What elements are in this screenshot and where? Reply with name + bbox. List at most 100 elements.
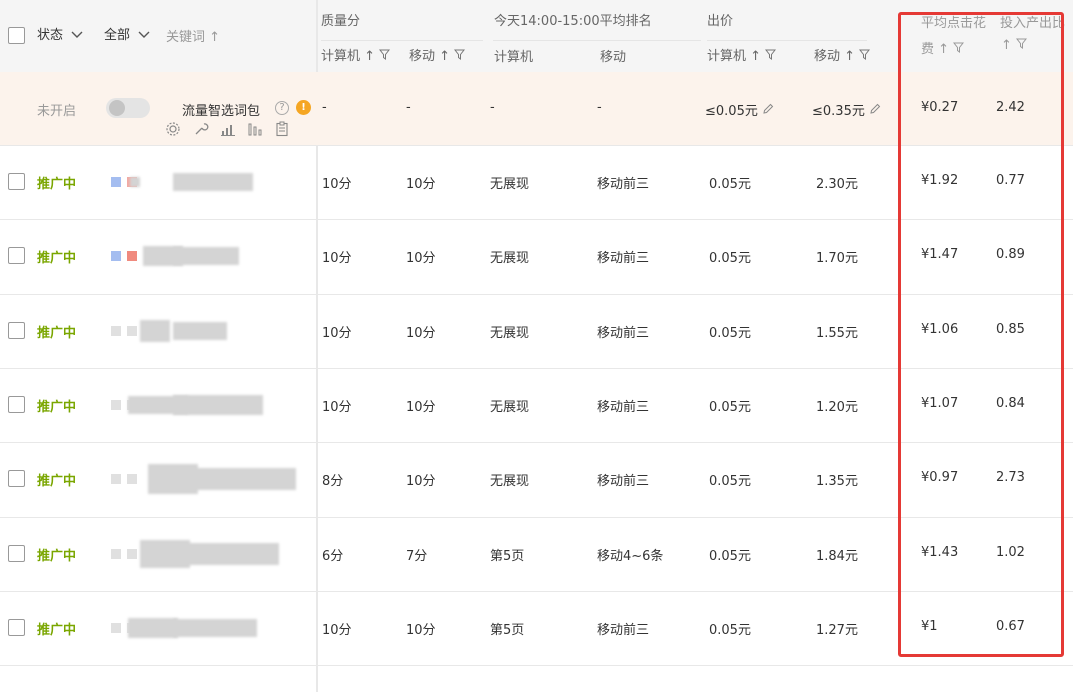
quality-mobile-cell: 10分 [406, 622, 436, 638]
quality-mobile-cell: 10分 [406, 474, 436, 490]
quality-pc-cell: 10分 [322, 622, 352, 638]
wrench-icon[interactable] [193, 121, 209, 141]
package-name: 流量智选词包 [182, 104, 261, 119]
rank-pc-cell: 第5页 [490, 548, 525, 564]
keyword-tag-icon [111, 400, 121, 411]
bid-pc-cell[interactable]: 0.05元 [709, 545, 751, 564]
bid-mobile-cell[interactable]: 2.30元 [816, 173, 858, 192]
row-checkbox[interactable] [8, 470, 25, 488]
rank-pc-cell: - [490, 100, 495, 115]
status-filter-dropdown[interactable]: 状态 [37, 24, 83, 43]
keyword-tag-icon [111, 474, 121, 485]
redacted-keyword[interactable] [140, 319, 170, 342]
all-filter-dropdown[interactable]: 全部 [104, 24, 150, 43]
redacted-keyword[interactable] [143, 246, 183, 267]
row-checkbox[interactable] [8, 321, 25, 339]
filter-icon[interactable] [765, 49, 777, 64]
select-all-checkbox[interactable] [8, 27, 25, 44]
rank-mobile-cell: 移动前三 [597, 251, 650, 267]
quality-score-group-header: 质量分 [321, 14, 361, 29]
bid-mobile-cell[interactable]: 1.20元 [816, 396, 858, 415]
edit-pencil-icon[interactable] [762, 103, 774, 119]
bid-pc-cell[interactable]: ≤0.05元 [705, 100, 774, 119]
rank-mobile-cell: 移动前三 [597, 400, 650, 416]
redacted-keyword[interactable] [190, 468, 296, 491]
bid-mobile-cell[interactable]: ≤0.35元 [812, 100, 881, 119]
bid-pc-cell[interactable]: 0.05元 [709, 470, 751, 489]
chevron-down-icon [71, 28, 83, 43]
bid-mobile-cell[interactable]: 1.70元 [816, 247, 858, 266]
quality-mobile-cell: 7分 [406, 548, 428, 564]
redacted-keyword[interactable] [173, 173, 253, 192]
keyword-tag-icon [111, 548, 121, 559]
bid-mobile-cell[interactable]: 1.84元 [816, 545, 858, 564]
keyword-header-label: 关键词 [166, 30, 206, 45]
rank-pc-cell: 无展现 [490, 400, 530, 416]
sort-arrow-icon[interactable]: ↑ [364, 49, 375, 64]
keyword-tag-icon [127, 251, 137, 262]
row-checkbox[interactable] [8, 544, 25, 562]
rank-pc-cell: 无展现 [490, 251, 530, 267]
quality-mobile-header[interactable]: 移动 ↑ [409, 45, 466, 64]
quality-mobile-cell: 10分 [406, 325, 436, 341]
rank-pc-cell: 第5页 [490, 622, 525, 638]
bid-mobile-cell[interactable]: 1.35元 [816, 470, 858, 489]
redacted-keyword[interactable] [148, 464, 198, 495]
bar-chart-icon[interactable] [247, 121, 263, 141]
redacted-keyword[interactable] [128, 617, 178, 638]
bid-mobile-cell[interactable]: 1.27元 [816, 619, 858, 638]
filter-icon[interactable] [454, 49, 466, 64]
bid-mobile-header[interactable]: 移动 ↑ [814, 45, 871, 64]
bid-pc-cell[interactable]: 0.05元 [709, 173, 751, 192]
row-checkbox[interactable] [8, 173, 25, 191]
rank-group-header: 今天14:00-15:00平均排名 [494, 14, 652, 29]
rank-mobile-cell: - [597, 100, 602, 115]
redacted-keyword[interactable] [130, 177, 140, 188]
quality-group-underline [321, 40, 483, 41]
rank-mobile-header: 移动 [600, 50, 627, 65]
sort-arrow-icon[interactable]: ↑ [439, 49, 450, 64]
status-text: 未开启 [37, 104, 77, 119]
warning-icon[interactable]: ! [296, 100, 311, 115]
rank-group-underline [493, 40, 701, 41]
bid-pc-cell[interactable]: 0.05元 [709, 619, 751, 638]
quality-pc-cell: - [322, 100, 327, 115]
trend-chart-icon[interactable] [220, 121, 236, 141]
filter-icon[interactable] [859, 49, 871, 64]
sort-arrow-icon[interactable]: ↑ [844, 49, 855, 64]
bid-pc-cell[interactable]: 0.05元 [709, 396, 751, 415]
quality-pc-header[interactable]: 计算机 ↑ [321, 45, 391, 64]
rank-mobile-cell: 移动前三 [597, 622, 650, 638]
quality-pc-cell: 8分 [322, 474, 344, 490]
rank-pc-cell: 无展现 [490, 177, 530, 193]
keyword-sort-header[interactable]: 关键词 ↑ [166, 26, 220, 45]
quality-pc-cell: 10分 [322, 325, 352, 341]
row-checkbox[interactable] [8, 618, 25, 636]
redacted-keyword[interactable] [173, 618, 257, 637]
status-text: 推广中 [37, 400, 77, 416]
clipboard-icon[interactable] [274, 121, 290, 141]
sort-arrow-icon[interactable]: ↑ [750, 49, 761, 64]
redacted-keyword[interactable] [128, 396, 188, 415]
keyword-tag-icon [111, 622, 121, 633]
quality-mobile-cell: 10分 [406, 251, 436, 267]
filter-icon[interactable] [379, 49, 391, 64]
keyword-tag-icon [111, 325, 121, 336]
help-icon[interactable]: ? [275, 101, 289, 115]
bid-pc-value: ≤0.05元 [705, 104, 758, 119]
package-toggle[interactable] [106, 98, 150, 118]
row-checkbox[interactable] [8, 247, 25, 265]
edit-pencil-icon[interactable] [869, 103, 881, 119]
bid-pc-header[interactable]: 计算机 ↑ [707, 45, 777, 64]
keyword-tag-icon [127, 474, 137, 485]
redacted-keyword[interactable] [173, 321, 227, 340]
rank-mobile-cell: 移动前三 [597, 177, 650, 193]
bid-pc-cell[interactable]: 0.05元 [709, 322, 751, 341]
row-divider [0, 665, 1073, 667]
bid-pc-cell[interactable]: 0.05元 [709, 247, 751, 266]
redacted-keyword[interactable] [140, 539, 190, 568]
row-checkbox[interactable] [8, 396, 25, 414]
status-text: 推广中 [37, 251, 77, 267]
bid-mobile-cell[interactable]: 1.55元 [816, 322, 858, 341]
settings-icon[interactable] [165, 121, 181, 141]
